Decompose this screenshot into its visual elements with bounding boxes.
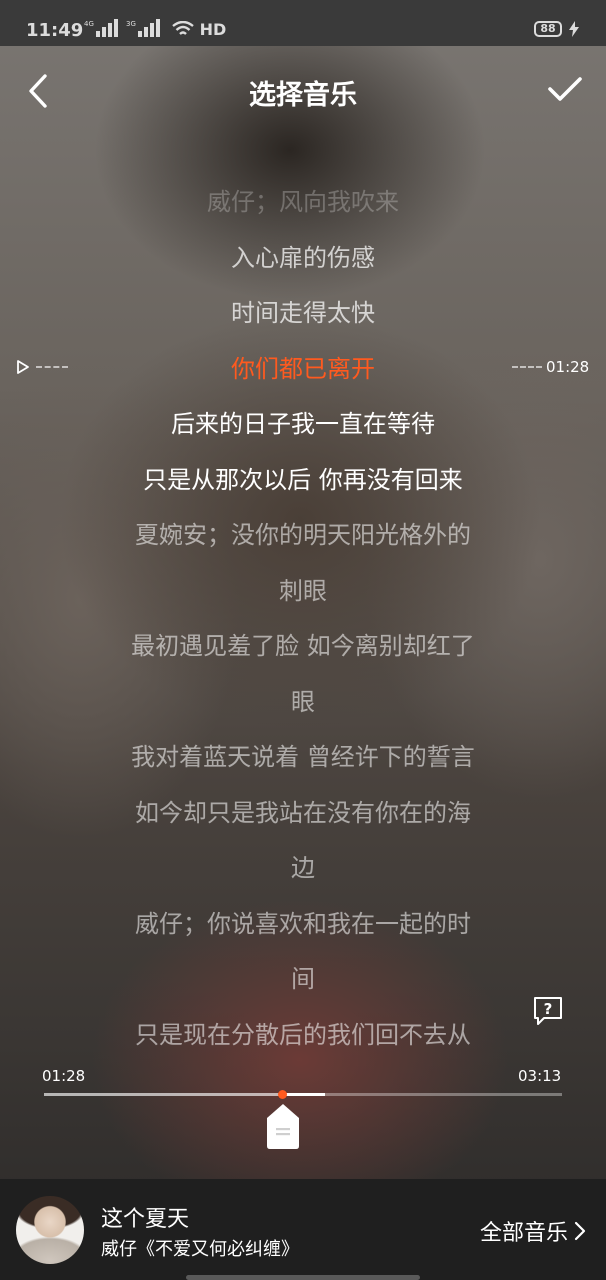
feedback-help-icon[interactable]: ? — [532, 995, 564, 1027]
chevron-right-icon — [574, 1221, 586, 1241]
svg-text:3G: 3G — [126, 20, 136, 28]
selection-range — [282, 1093, 326, 1096]
lyric-line[interactable]: 时间走得太快 — [0, 286, 606, 342]
lyrics-list[interactable]: 威仔；风向我吹来 入心扉的伤感 时间走得太快 你们都已离开 后来的日子我一直在等… — [0, 175, 606, 1050]
lyric-line[interactable]: 威仔；你说喜欢和我在一起的时 — [0, 897, 606, 953]
header: 选择音乐 — [0, 46, 606, 136]
all-music-button[interactable]: 全部音乐 — [480, 1215, 586, 1247]
lyric-line[interactable]: 刺眼 — [0, 564, 606, 620]
now-playing-bar[interactable]: 这个夏天 威仔《不爱又何必纠缠》 全部音乐 — [0, 1179, 606, 1280]
home-indicator — [186, 1275, 420, 1280]
lyric-line[interactable]: 眼 — [0, 675, 606, 731]
lyric-line[interactable]: 边 — [0, 841, 606, 897]
battery-icon: 88 — [534, 21, 562, 37]
play-icon — [17, 360, 29, 374]
lyric-line[interactable]: 威仔；风向我吹来 — [0, 175, 606, 231]
song-title: 这个夏天 — [101, 1207, 190, 1232]
status-bar: 11:49 4G 3G HD 88 — [0, 0, 606, 46]
marker-dash-right — [512, 366, 542, 368]
progress-dot[interactable] — [278, 1090, 288, 1099]
lyric-line[interactable]: 只是从那次以后 你再没有回来 — [0, 453, 606, 509]
total-duration: 03:13 — [518, 1067, 562, 1085]
confirm-button[interactable] — [540, 66, 590, 112]
music-select-screen: 11:49 4G 3G HD 88 选择音乐 威仔；风向我吹来 入心扉的伤感 时… — [0, 0, 606, 1280]
trim-handle-icon[interactable] — [265, 1102, 301, 1150]
lyric-line[interactable]: 我对着蓝天说着 曾经许下的誓言 — [0, 730, 606, 786]
marker-time: 01:28 — [546, 358, 590, 376]
all-music-label: 全部音乐 — [480, 1221, 569, 1246]
status-time: 11:49 — [26, 20, 84, 41]
song-artist-album: 威仔《不爱又何必纠缠》 — [101, 1239, 299, 1260]
lyric-line[interactable]: 如今却只是我站在没有你在的海 — [0, 786, 606, 842]
network-label: HD — [199, 20, 227, 39]
selection-start-time: 01:28 — [42, 1067, 86, 1085]
lyric-line[interactable]: 夏婉安；没你的明天阳光格外的 — [0, 508, 606, 564]
lyric-line[interactable]: 间 — [0, 952, 606, 1008]
song-cover-avatar — [16, 1196, 84, 1264]
line-time-marker: 01:28 — [512, 358, 589, 376]
lyric-line[interactable]: 入心扉的伤感 — [0, 231, 606, 287]
svg-text:?: ? — [544, 1000, 553, 1018]
charging-bolt-icon — [569, 21, 579, 37]
svg-text:4G: 4G — [84, 20, 94, 28]
lyric-line[interactable]: 后来的日子我一直在等待 — [0, 397, 606, 453]
signal-icon: 4G 3G — [84, 19, 164, 37]
progress-fill — [44, 1093, 283, 1096]
wifi-icon — [172, 20, 194, 35]
page-title: 选择音乐 — [249, 80, 357, 111]
checkmark-icon — [548, 77, 582, 101]
play-from-line-button[interactable] — [16, 359, 68, 375]
lyric-line[interactable]: 最初遇见羞了脸 如今离别却红了 — [0, 619, 606, 675]
lyric-line[interactable]: 只是现在分散后的我们回不去从 — [0, 1008, 606, 1051]
marker-dash-left — [36, 366, 68, 368]
progress-track[interactable] — [44, 1090, 562, 1099]
wifi-hd-indicator: HD — [172, 20, 226, 39]
